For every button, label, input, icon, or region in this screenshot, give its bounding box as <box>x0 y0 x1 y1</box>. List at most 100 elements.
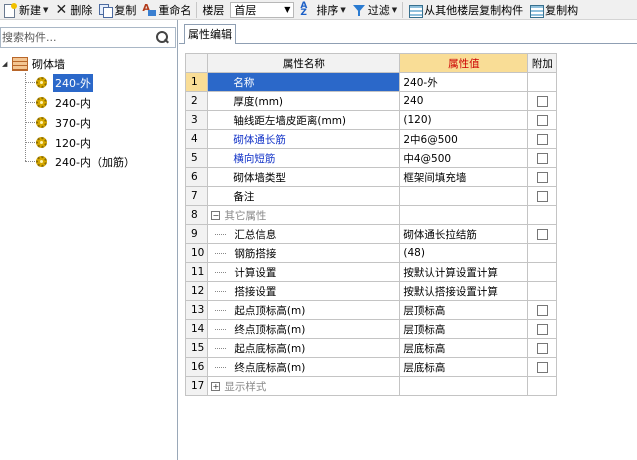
property-name: 钢筋搭接 <box>234 247 277 260</box>
group-header-cell[interactable]: + 显示样式 <box>207 376 401 396</box>
property-name-cell[interactable]: 钢筋搭接 <box>207 243 401 263</box>
tree-item-label: 240-外 <box>53 73 93 92</box>
extra-checkbox[interactable] <box>536 190 548 202</box>
tree-item-240-inner-reinforced[interactable]: 240-内（加筋） <box>20 152 137 171</box>
floor-layers-icon <box>408 3 424 18</box>
table-row[interactable]: 5 横向短筋 中4@500 <box>184 148 558 168</box>
property-value-cell[interactable]: 240 <box>399 91 529 111</box>
property-name: 起点顶标高(m) <box>234 304 306 317</box>
column-header-name: 属性名称 <box>207 53 401 73</box>
property-name-cell[interactable]: 起点底标高(m) <box>207 338 401 358</box>
table-row[interactable]: 2 厚度(mm) 240 <box>184 91 558 111</box>
property-name-cell[interactable]: 横向短筋 <box>207 148 401 168</box>
table-row[interactable]: 17 + 显示样式 <box>184 376 558 396</box>
copy-button[interactable]: 复制 <box>95 1 139 19</box>
property-name-cell[interactable]: 轴线距左墙皮距离(mm) <box>207 110 401 130</box>
copy-from-floor-button[interactable]: 从其他楼层复制构件 <box>405 1 526 19</box>
property-value-cell[interactable]: 层顶标高 <box>399 319 529 339</box>
row-number: 15 <box>184 338 209 358</box>
component-gear-icon <box>36 77 47 88</box>
table-row[interactable]: 4 砌体通长筋 2中6@500 <box>184 129 558 149</box>
property-value-cell[interactable]: 层顶标高 <box>399 300 529 320</box>
property-name: 终点底标高(m) <box>234 361 306 374</box>
property-value-cell[interactable]: 2中6@500 <box>399 129 529 149</box>
extra-checkbox[interactable] <box>536 171 548 183</box>
tree-item-240-outer[interactable]: 240-外 <box>20 73 93 92</box>
table-row[interactable]: 3 轴线距左墙皮距离(mm) (120) <box>184 110 558 130</box>
table-row[interactable]: 8 − 其它属性 <box>184 205 558 225</box>
search-input[interactable] <box>1 28 151 47</box>
table-row[interactable]: 16 终点底标高(m) 层底标高 <box>184 357 558 377</box>
property-value-cell[interactable]: 按默认搭接设置计算 <box>399 281 529 301</box>
group-header-cell[interactable]: − 其它属性 <box>207 205 401 225</box>
extra-checkbox[interactable] <box>536 342 548 354</box>
table-row[interactable]: 15 起点底标高(m) 层底标高 <box>184 338 558 358</box>
table-row[interactable]: 14 终点顶标高(m) 层顶标高 <box>184 319 558 339</box>
tree-item-240-inner[interactable]: 240-内 <box>20 93 93 112</box>
filter-button[interactable]: 过滤 ▼ <box>349 1 400 19</box>
collapse-minus-icon[interactable]: − <box>211 211 221 220</box>
table-row[interactable]: 13 起点顶标高(m) 层顶标高 <box>184 300 558 320</box>
extra-cell <box>527 262 558 282</box>
tree-item-120-inner[interactable]: 120-内 <box>20 133 93 152</box>
property-value-cell[interactable]: (120) <box>399 110 529 130</box>
extra-checkbox[interactable] <box>536 323 548 335</box>
property-name-cell[interactable]: 计算设置 <box>207 262 401 282</box>
tree-item-370-inner[interactable]: 370-内 <box>20 113 93 132</box>
sort-button[interactable]: AZ 排序 ▼ <box>297 1 348 19</box>
table-row[interactable]: 9 汇总信息 砌体通长拉结筋 <box>184 224 558 244</box>
property-name-cell[interactable]: 终点底标高(m) <box>207 357 401 377</box>
extra-checkbox[interactable] <box>536 133 548 145</box>
extra-checkbox[interactable] <box>536 228 548 240</box>
table-row[interactable]: 6 砌体墙类型 框架间填充墙 <box>184 167 558 187</box>
property-value-cell[interactable]: 框架间填充墙 <box>399 167 529 187</box>
collapse-triangle-icon[interactable]: ◢ <box>2 60 9 68</box>
property-value-cell[interactable]: 240-外 <box>399 72 529 92</box>
property-value-cell[interactable]: 层底标高 <box>399 357 529 377</box>
property-name-cell[interactable]: 汇总信息 <box>207 224 401 244</box>
property-value-cell[interactable]: 层底标高 <box>399 338 529 358</box>
expand-plus-icon[interactable]: + <box>211 382 221 391</box>
tree-item-label: 240-内（加筋） <box>55 155 135 169</box>
property-value-cell[interactable]: 砌体通长拉结筋 <box>399 224 529 244</box>
rename-button[interactable]: 重命名 <box>139 1 194 19</box>
extra-cell <box>527 281 558 301</box>
property-name-cell[interactable]: 搭接设置 <box>207 281 401 301</box>
extra-checkbox[interactable] <box>536 361 548 373</box>
delete-button[interactable]: ✕ 删除 <box>51 1 95 19</box>
copy-to-floor-button[interactable]: 复制构 <box>526 1 581 19</box>
extra-checkbox[interactable] <box>536 114 548 126</box>
table-row[interactable]: 7 备注 <box>184 186 558 206</box>
property-value-cell[interactable]: 中4@500 <box>399 148 529 168</box>
tree-connector <box>215 291 227 292</box>
property-value-cell[interactable]: (48) <box>399 243 529 263</box>
new-button[interactable]: 新建 ▼ <box>0 1 51 19</box>
table-row[interactable]: 1 名称 240-外 <box>184 72 558 92</box>
extra-checkbox[interactable] <box>536 95 548 107</box>
row-number: 6 <box>184 167 209 187</box>
table-row[interactable]: 10 钢筋搭接 (48) <box>184 243 558 263</box>
tree-root-masonry-wall[interactable]: ◢ 砌体墙 <box>2 55 65 73</box>
extra-checkbox[interactable] <box>536 304 548 316</box>
property-value-cell[interactable] <box>399 186 529 206</box>
property-name-cell[interactable]: 起点顶标高(m) <box>207 300 401 320</box>
floor-select[interactable]: 首层 ▼ <box>230 1 295 18</box>
search-icon[interactable] <box>156 31 169 44</box>
tab-property-edit[interactable]: 属性编辑 <box>184 24 236 44</box>
property-name-cell[interactable]: 名称 <box>207 72 401 92</box>
property-name-cell[interactable]: 终点顶标高(m) <box>207 319 401 339</box>
property-name-cell[interactable]: 砌体墙类型 <box>207 167 401 187</box>
table-row[interactable]: 11 计算设置 按默认计算设置计算 <box>184 262 558 282</box>
property-name-cell[interactable]: 砌体通长筋 <box>207 129 401 149</box>
extra-checkbox[interactable] <box>536 152 548 164</box>
component-gear-icon <box>36 97 47 108</box>
property-name: 起点底标高(m) <box>234 342 306 355</box>
extra-cell <box>527 357 558 377</box>
property-value-cell[interactable]: 按默认计算设置计算 <box>399 262 529 282</box>
row-number: 4 <box>184 129 209 149</box>
tree-connector <box>215 348 227 349</box>
column-header-extra: 附加 <box>527 53 558 73</box>
table-row[interactable]: 12 搭接设置 按默认搭接设置计算 <box>184 281 558 301</box>
property-name-cell[interactable]: 厚度(mm) <box>207 91 401 111</box>
property-name-cell[interactable]: 备注 <box>207 186 401 206</box>
